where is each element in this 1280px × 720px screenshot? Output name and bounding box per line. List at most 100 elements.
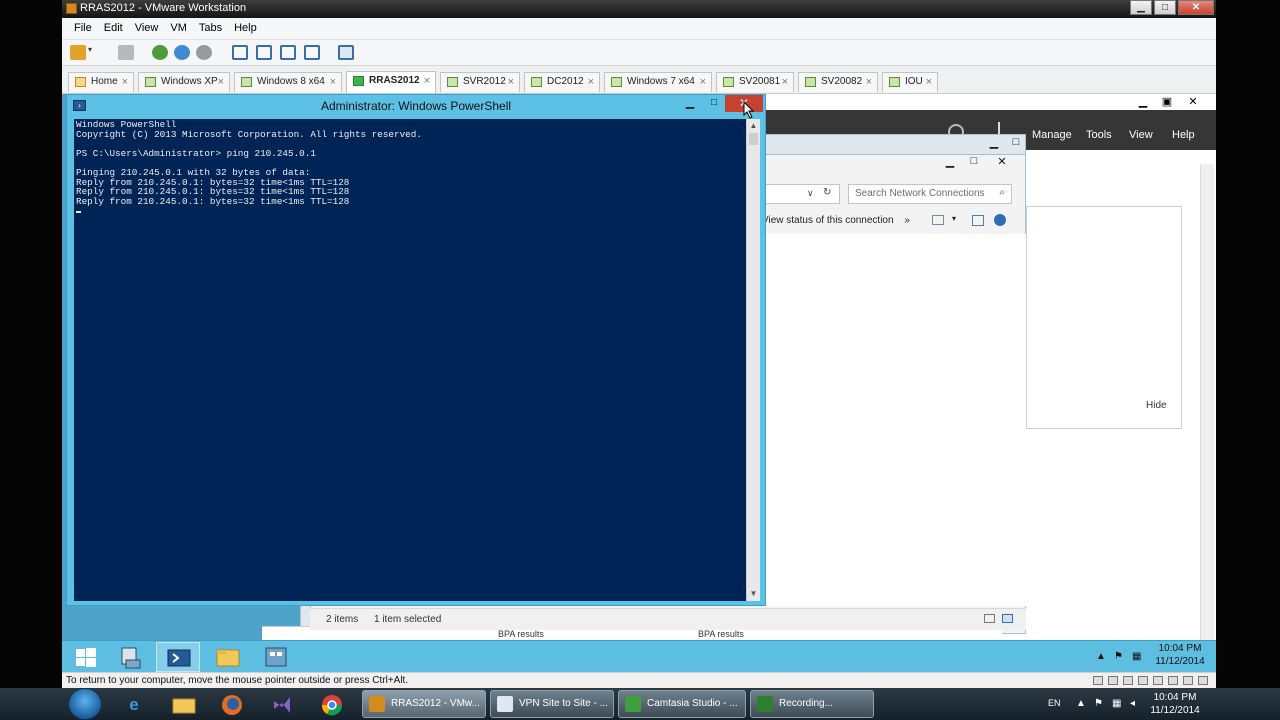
window-maximize-button[interactable]: □ (1005, 136, 1027, 148)
menu-vm[interactable]: VM (164, 18, 193, 34)
tab-windows-xp[interactable]: Windows XP × (138, 72, 230, 92)
search-network-connections-input[interactable]: Search Network Connections ⌕ (848, 184, 1012, 204)
network-adapter-icon[interactable] (1123, 676, 1133, 685)
folder-icon[interactable] (164, 691, 204, 718)
scroll-down-icon[interactable]: ▼ (747, 587, 760, 601)
tab-sv20081[interactable]: SV20081 × (716, 72, 794, 92)
sound-card-icon[interactable] (1183, 676, 1193, 685)
tab-close-icon[interactable]: × (218, 73, 224, 91)
refresh-icon[interactable]: ↻ (823, 187, 831, 198)
send-ctrl-alt-del-icon[interactable] (118, 45, 134, 60)
unity-icon[interactable] (304, 45, 320, 60)
tab-close-icon[interactable]: × (424, 72, 430, 90)
tab-windows-8-x64[interactable]: Windows 8 x64 × (234, 72, 342, 92)
volume-icon[interactable]: ◂ (1130, 698, 1135, 709)
guest-clock[interactable]: 10:04 PM 11/12/2014 (1150, 642, 1210, 668)
change-view-icon[interactable] (932, 215, 944, 225)
view-dropdown-icon[interactable]: ▾ (952, 214, 956, 223)
server-manager-taskbar-button[interactable] (108, 642, 152, 672)
start-orb-icon[interactable] (68, 688, 102, 720)
vpn-document-taskbar-button[interactable]: VPN Site to Site - ... (490, 690, 614, 718)
revert-snapshot-icon[interactable] (174, 45, 190, 60)
network-connections-minimize-button[interactable]: ▁ (939, 155, 961, 168)
menu-help[interactable]: Help (1172, 129, 1195, 141)
powershell-maximize-button[interactable]: □ (703, 96, 725, 112)
server-manager-title-bar[interactable]: ▁ ▣ ✕ (762, 94, 1216, 110)
server-manager-close-button[interactable]: ✕ (1182, 95, 1204, 108)
menu-help[interactable]: Help (228, 18, 263, 34)
menu-tools[interactable]: Tools (1086, 129, 1112, 141)
powershell-minimize-button[interactable]: ▁ (679, 96, 701, 112)
tab-close-icon[interactable]: × (330, 73, 336, 91)
tab-rras2012[interactable]: RRAS2012 × (346, 71, 436, 93)
tab-home[interactable]: Home × (68, 72, 134, 92)
view-status-command[interactable]: View status of this connection (762, 215, 894, 226)
network-connections-close-button[interactable]: ✕ (991, 155, 1013, 168)
vmware-title-bar[interactable]: RRAS2012 - VMware Workstation ▁ □ ✕ (62, 0, 1216, 18)
search-icon[interactable]: ⌕ (999, 187, 1005, 198)
tab-dc2012[interactable]: DC2012 × (524, 72, 600, 92)
menu-edit[interactable]: Edit (98, 18, 129, 34)
tab-windows-7-x64[interactable]: Windows 7 x64 × (604, 72, 712, 92)
firefox-icon[interactable] (212, 691, 252, 718)
recording-taskbar-button[interactable]: Recording... (750, 690, 874, 718)
visual-studio-icon[interactable] (262, 691, 302, 718)
vmware-maximize-button[interactable]: □ (1154, 0, 1176, 15)
show-library-icon[interactable] (232, 45, 248, 60)
vmware-minimize-button[interactable]: ▁ (1130, 0, 1152, 15)
address-dropdown-icon[interactable]: ∨ (807, 188, 814, 199)
menu-tabs[interactable]: Tabs (193, 18, 228, 34)
powershell-title-bar[interactable]: › Administrator: Windows PowerShell ▁ □ … (67, 95, 765, 119)
tab-close-icon[interactable]: × (508, 73, 514, 91)
tab-close-icon[interactable]: × (700, 73, 706, 91)
menu-file[interactable]: File (68, 18, 98, 34)
guest-start-button[interactable] (64, 642, 108, 672)
show-hidden-icons[interactable]: ▲ (1076, 698, 1086, 709)
network-taskbar-button[interactable] (254, 642, 298, 672)
usb-icon[interactable] (1168, 676, 1178, 685)
language-indicator[interactable]: EN (1048, 698, 1061, 708)
tab-close-icon[interactable]: × (866, 73, 872, 91)
show-hidden-icons[interactable]: ▲ (1096, 651, 1106, 662)
hide-link[interactable]: Hide (1146, 400, 1167, 411)
hard-disk-icon[interactable] (1093, 676, 1103, 685)
network-connections-maximize-button[interactable]: □ (963, 155, 985, 167)
server-manager-minimize-button[interactable]: ▁ (1132, 95, 1154, 108)
scrollbar-thumb[interactable] (749, 133, 758, 145)
action-center-icon[interactable]: ⚑ (1094, 698, 1103, 709)
host-clock[interactable]: 10:04 PM 11/12/2014 (1146, 691, 1204, 717)
tab-iou[interactable]: IOU × (882, 72, 938, 92)
quick-switch-icon[interactable] (256, 45, 272, 60)
vmware-close-button[interactable]: ✕ (1178, 0, 1214, 15)
menu-view[interactable]: View (1129, 129, 1153, 141)
server-manager-scrollbar[interactable] (1200, 164, 1214, 640)
network-adapter-icon[interactable] (1153, 676, 1163, 685)
powershell-taskbar-button[interactable] (156, 642, 200, 672)
flag-icon[interactable]: ⚑ (1114, 651, 1123, 662)
large-icons-view-icon[interactable] (1002, 614, 1013, 623)
preview-pane-icon[interactable] (972, 215, 984, 226)
menu-manage[interactable]: Manage (1032, 129, 1072, 141)
details-view-icon[interactable] (984, 614, 995, 623)
console-view-icon[interactable] (338, 45, 354, 60)
powershell-scrollbar[interactable]: ▲ ▼ (746, 119, 760, 601)
vmware-taskbar-button[interactable]: RRAS2012 - VMw... (362, 690, 486, 718)
network-icon[interactable]: ▦ (1132, 651, 1141, 662)
network-icon[interactable]: ▦ (1112, 698, 1121, 709)
tab-sv20082[interactable]: SV20082 × (798, 72, 878, 92)
cd-drive-icon[interactable] (1108, 676, 1118, 685)
snapshot-manager-icon[interactable] (196, 45, 212, 60)
network-adapter-icon[interactable] (1138, 676, 1148, 685)
server-manager-maximize-button[interactable]: ▣ (1156, 95, 1178, 108)
address-bar[interactable]: ∨ ↻ (762, 184, 840, 204)
power-icon[interactable] (70, 45, 86, 60)
more-commands-button[interactable]: » (904, 215, 910, 226)
powershell-console[interactable]: Windows PowerShell Copyright (C) 2013 Mi… (74, 119, 746, 601)
internet-explorer-icon[interactable]: e (114, 691, 154, 718)
tab-close-icon[interactable]: × (122, 73, 128, 91)
tab-svr2012[interactable]: SVR2012 × (440, 72, 520, 92)
menu-view[interactable]: View (129, 18, 165, 34)
file-explorer-taskbar-button[interactable] (206, 642, 250, 672)
full-screen-icon[interactable] (280, 45, 296, 60)
tab-close-icon[interactable]: × (926, 73, 932, 91)
